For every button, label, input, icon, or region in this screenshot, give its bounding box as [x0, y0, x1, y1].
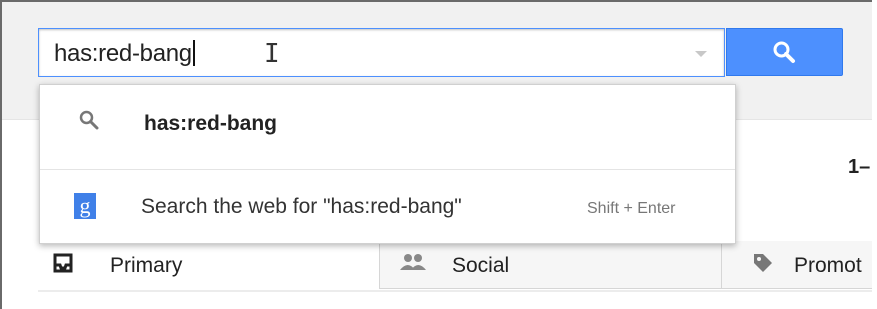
- search-icon: [79, 110, 99, 130]
- people-icon: [400, 254, 426, 270]
- suggestion-search-web[interactable]: g Search the web for "has:red-bang" Shif…: [40, 171, 735, 243]
- suggestion-query-text: has:red-bang: [144, 112, 278, 135]
- tabs-underline: [38, 290, 872, 292]
- tab-label: Primary: [110, 254, 183, 277]
- inbox-icon: [53, 253, 73, 273]
- category-tabs: Primary Social Promot: [38, 241, 872, 291]
- suggestion-search-mail[interactable]: has:red-bang: [40, 85, 735, 165]
- tab-label: Social: [452, 254, 510, 277]
- search-options-dropdown-icon[interactable]: [695, 51, 707, 57]
- tab-primary[interactable]: Primary: [38, 241, 380, 289]
- search-button[interactable]: [726, 28, 843, 76]
- search-suggestions-dropdown: has:red-bang g Search the web for "has:r…: [39, 84, 736, 244]
- search-input-value: has:red-bang: [54, 40, 195, 68]
- search-input[interactable]: has:red-bang I: [38, 28, 725, 77]
- search-web-text: Search the web for "has:red-bang": [141, 195, 462, 218]
- suggestion-divider: [40, 169, 735, 170]
- keyboard-shortcut-hint: Shift + Enter: [587, 200, 676, 217]
- google-g-icon: g: [74, 193, 96, 219]
- search-icon: [773, 41, 795, 63]
- pagination-count: 1–: [848, 156, 871, 178]
- tag-icon: [754, 254, 772, 272]
- tab-label: Promot: [794, 254, 862, 277]
- text-caret: [192, 40, 195, 66]
- ibeam-cursor-icon: I: [264, 39, 280, 69]
- tab-promotions[interactable]: Promot: [722, 241, 872, 289]
- tab-social[interactable]: Social: [380, 241, 722, 289]
